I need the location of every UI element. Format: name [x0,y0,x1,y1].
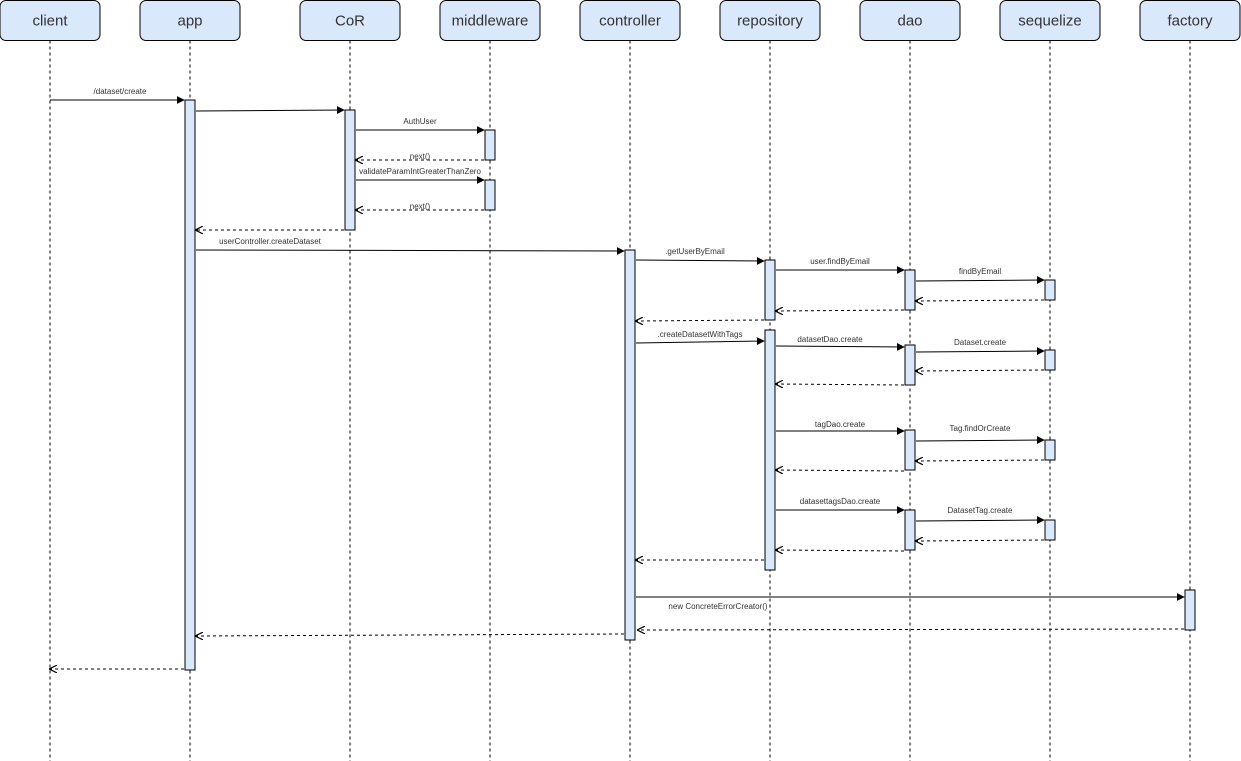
lifeline-middleware: middleware [439,0,541,761]
message-m23[interactable] [776,470,905,471]
call-arrow [915,436,1045,445]
return-arrow [776,384,905,385]
message-m27[interactable] [776,550,905,551]
activation-bar [1044,519,1056,541]
activation-bar [904,429,916,471]
lifeline-name: app [177,13,202,30]
message-m19[interactable] [776,384,905,385]
return-arrow [638,629,1185,630]
call-arrow [635,256,765,265]
return-arrow [196,634,625,636]
message-label: tagDao.create [815,420,866,429]
call-arrow [915,516,1045,525]
message-label: findByEmail [959,267,1001,276]
message-m30[interactable] [638,629,1185,630]
message-label: next() [410,202,431,211]
message-m4[interactable]: next() [356,152,484,161]
message-m22[interactable] [916,460,1045,461]
return-arrow [776,550,905,551]
message-m12[interactable] [916,300,1045,301]
message-label: validateParamIntGreaterThanZero [359,167,481,176]
message-label: Tag.findOrCreate [950,424,1011,433]
message-m5[interactable]: validateParamIntGreaterThanZero [356,167,485,184]
return-arrow [776,310,905,311]
return-arrow [776,470,905,471]
activation-bar [184,99,196,671]
lifeline-name: repository [737,13,803,30]
message-label: Dataset.create [954,338,1007,347]
message-m13[interactable] [776,310,905,311]
message-label: AuthUser [403,117,437,126]
return-arrow [916,370,1045,371]
message-m1[interactable]: /dataset/create [50,87,185,104]
activation-bar [484,129,496,161]
call-arrow [915,347,1045,356]
lifeline-name: sequelize [1018,13,1081,30]
message-label: datasettagsDao.create [800,497,881,506]
message-m26[interactable] [916,540,1045,541]
message-m8[interactable]: userController.createDataset [195,237,625,255]
return-arrow [916,300,1045,301]
message-m6[interactable]: next() [356,202,484,211]
lifeline-client: client [0,0,101,761]
call-arrow [635,337,765,346]
message-m18[interactable] [916,370,1045,371]
return-arrow [916,540,1045,541]
message-m10[interactable]: user.findByEmail [776,257,905,274]
message-label: /dataset/create [94,87,147,96]
activation-bar [764,259,776,321]
lifeline-factory: factory [1139,0,1241,761]
message-m21[interactable]: Tag.findOrCreate [915,424,1045,445]
call-arrow [915,276,1045,285]
activation-bar [1044,279,1056,301]
message-m31[interactable] [196,634,625,636]
activation-bar [1044,439,1056,461]
message-label: .getUserByEmail [665,247,725,256]
message-m14[interactable] [636,320,765,321]
activation-bar [1044,349,1056,371]
lifeline-name: dao [897,13,922,30]
message-label: .createDatasetWithTags [658,330,743,339]
sequence-diagram: client app CoR middleware controller reposito… [0,0,1241,761]
message-m15[interactable]: .createDatasetWithTags [635,330,765,346]
lifeline-name: client [32,13,68,30]
return-arrow [636,320,765,321]
activation-bar [484,179,496,211]
activation-bar [344,109,356,231]
activation-bar [904,509,916,551]
activation-bar [624,249,636,641]
activation-bar [904,344,916,386]
lifeline-name: controller [599,13,661,30]
message-label: userController.createDataset [219,237,322,246]
message-m9[interactable]: .getUserByEmail [635,247,765,265]
return-arrow [916,460,1045,461]
message-m11[interactable]: findByEmail [915,267,1045,285]
activation-bar [764,329,776,571]
call-arrow [195,106,345,115]
message-m20[interactable]: tagDao.create [776,420,905,435]
message-m24[interactable]: datasettagsDao.create [776,497,905,514]
message-label: DatasetTag.create [948,506,1013,515]
lifeline-name: factory [1167,13,1213,30]
call-arrow [775,342,905,351]
activation-bar [904,269,916,311]
activation-bar [1184,589,1196,631]
message-m17[interactable]: Dataset.create [915,338,1045,356]
call-arrow [195,246,625,255]
message-label: user.findByEmail [810,257,870,266]
message-m25[interactable]: DatasetTag.create [915,506,1045,525]
message-label: next() [410,152,431,161]
lifeline-name: CoR [335,13,365,30]
message-label: new ConcreteErrorCreator() [668,602,767,611]
message-m16[interactable]: datasetDao.create [775,335,905,351]
message-m2[interactable] [195,106,345,115]
lifeline-name: middleware [452,13,529,30]
lifeline-sequelize: sequelize [999,0,1101,761]
message-label: datasetDao.create [797,335,863,344]
message-m3[interactable]: AuthUser [356,117,485,134]
